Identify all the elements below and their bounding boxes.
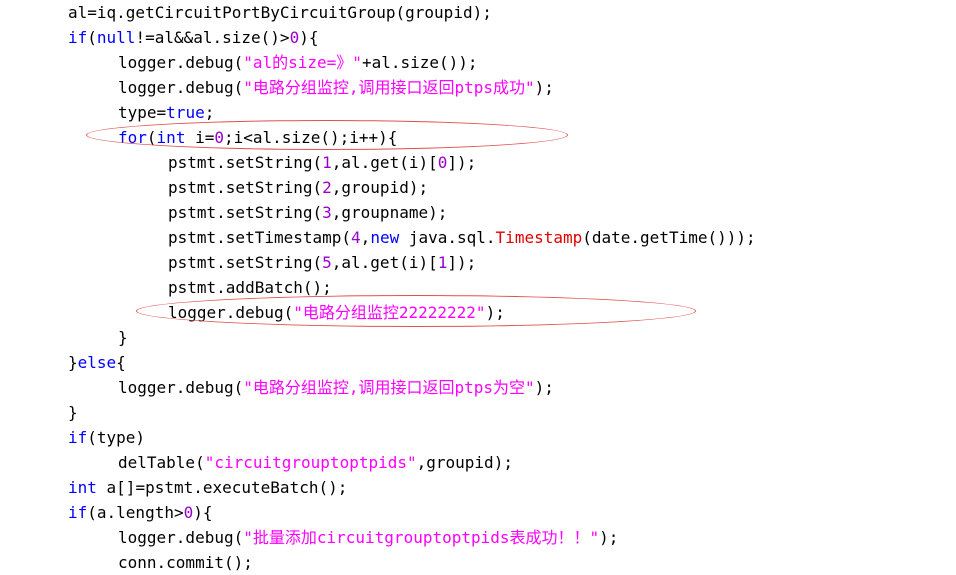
code-token: delTable(: [118, 453, 205, 472]
code-token: 0: [183, 503, 194, 522]
code-line-10: pstmt.setTimestamp(4,new java.sql.Timest…: [168, 225, 756, 250]
code-line-15: }else{: [68, 350, 126, 375]
code-token: int: [68, 478, 97, 497]
code-line-19: delTable("circuitgrouptoptpids",groupid)…: [118, 450, 513, 475]
code-token: pstmt.addBatch();: [168, 278, 332, 297]
code-token: 3: [322, 203, 332, 222]
code-token: ;i<al.size();i++){: [224, 128, 398, 147]
code-token: !=al&&al.size()>: [135, 28, 290, 47]
code-token: if: [68, 428, 88, 447]
code-token: 1: [322, 153, 332, 172]
code-token: "circuitgrouptoptpids": [204, 453, 417, 472]
code-token: logger.debug(: [118, 53, 244, 72]
code-token: ,al.get(i)[: [331, 253, 438, 272]
code-token: "电路分组监控,调用接口返回ptps成功": [243, 78, 535, 97]
code-line-14: }: [118, 325, 128, 350]
code-line-21: if(a.length>0){: [68, 500, 213, 525]
code-token: );: [599, 528, 619, 547]
code-token: logger.debug(: [168, 303, 294, 322]
code-token: pstmt.setTimestamp(: [168, 228, 352, 247]
code-token: 0: [289, 28, 300, 47]
code-token: (: [146, 128, 157, 147]
code-token: 1: [437, 253, 448, 272]
code-token: 0: [214, 128, 224, 147]
code-token: (date.getTime()));: [582, 228, 756, 247]
code-line-5: type=true;: [118, 100, 214, 125]
code-line-11: pstmt.setString(5,al.get(i)[1]);: [168, 250, 476, 275]
code-token: "al的size=》": [243, 53, 362, 72]
code-token: logger.debug(: [118, 378, 244, 397]
code-token: ,al.get(i)[: [331, 153, 438, 172]
code-token: for: [118, 128, 147, 147]
code-token: java.sql.: [399, 228, 496, 247]
code-line-4: logger.debug("电路分组监控,调用接口返回ptps成功");: [118, 75, 554, 100]
code-token: );: [534, 378, 554, 397]
code-token: 5: [322, 253, 332, 272]
code-line-20: int a[]=pstmt.executeBatch();: [68, 475, 347, 500]
code-token: new: [370, 228, 400, 247]
code-token: if: [68, 503, 88, 522]
code-line-12: pstmt.addBatch();: [168, 275, 332, 300]
code-token: ){: [299, 28, 319, 47]
code-line-17: }: [68, 400, 78, 425]
code-token: 0: [437, 153, 448, 172]
code-token: al=iq.getCircuitPortByCircuitGroup(group…: [68, 3, 492, 22]
code-line-22: logger.debug("批量添加circuitgrouptoptpids表成…: [118, 525, 618, 550]
code-line-3: logger.debug("al的size=》"+al.size());: [118, 50, 478, 75]
code-token: "电路分组监控,调用接口返回ptps为空": [243, 378, 535, 397]
code-token: i=: [185, 128, 215, 147]
code-line-8: pstmt.setString(2,groupid);: [168, 175, 428, 200]
code-line-16: logger.debug("电路分组监控,调用接口返回ptps为空");: [118, 375, 554, 400]
code-token: if: [68, 28, 88, 47]
code-token: }: [68, 403, 78, 422]
code-token: "批量添加circuitgrouptoptpids表成功！！": [243, 528, 600, 547]
code-line-7: pstmt.setString(1,al.get(i)[0]);: [168, 150, 476, 175]
code-token: );: [485, 303, 505, 322]
code-token: pstmt.setString(: [168, 203, 323, 222]
code-line-1: al=iq.getCircuitPortByCircuitGroup(group…: [68, 0, 492, 25]
code-token: ,groupid);: [331, 178, 429, 197]
code-line-13: logger.debug("电路分组监控22222222");: [168, 300, 505, 325]
code-token: int: [156, 128, 186, 147]
code-token: (type): [87, 428, 146, 447]
code-token: 4: [351, 228, 361, 247]
code-line-23: conn.commit();: [118, 550, 253, 575]
code-token: "电路分组监控22222222": [293, 303, 486, 322]
code-token: ]);: [447, 153, 477, 172]
code-token: true: [166, 103, 205, 122]
code-token: 2: [322, 178, 332, 197]
code-line-2: if(null!=al&&al.size()>0){: [68, 25, 318, 50]
code-editor: al=iq.getCircuitPortByCircuitGroup(group…: [0, 0, 956, 572]
code-token: Timestamp: [495, 228, 583, 247]
code-token: ,groupid);: [416, 453, 513, 472]
code-token: ;: [204, 103, 215, 122]
code-token: type=: [118, 103, 167, 122]
code-token: pstmt.setString(: [168, 253, 323, 272]
code-token: conn.commit();: [118, 553, 253, 572]
code-token: ){: [193, 503, 213, 522]
code-token: );: [534, 78, 554, 97]
code-token: null: [96, 28, 136, 47]
code-line-18: if(type): [68, 425, 145, 450]
code-token: +al.size());: [361, 53, 478, 72]
code-token: ,: [360, 228, 371, 247]
code-token: (: [87, 28, 97, 47]
code-line-6: for(int i=0;i<al.size();i++){: [118, 125, 397, 150]
code-token: (a.length>: [87, 503, 184, 522]
code-token: pstmt.setString(: [168, 153, 323, 172]
code-token: else: [77, 353, 117, 372]
code-token: logger.debug(: [118, 528, 244, 547]
code-token: ,groupname);: [331, 203, 448, 222]
code-line-9: pstmt.setString(3,groupname);: [168, 200, 447, 225]
code-token: }: [118, 328, 128, 347]
code-token: ]);: [447, 253, 477, 272]
code-token: {: [116, 353, 126, 372]
code-token: logger.debug(: [118, 78, 244, 97]
code-token: a[]=pstmt.executeBatch();: [96, 478, 348, 497]
code-token: }: [68, 353, 78, 372]
code-token: pstmt.setString(: [168, 178, 323, 197]
